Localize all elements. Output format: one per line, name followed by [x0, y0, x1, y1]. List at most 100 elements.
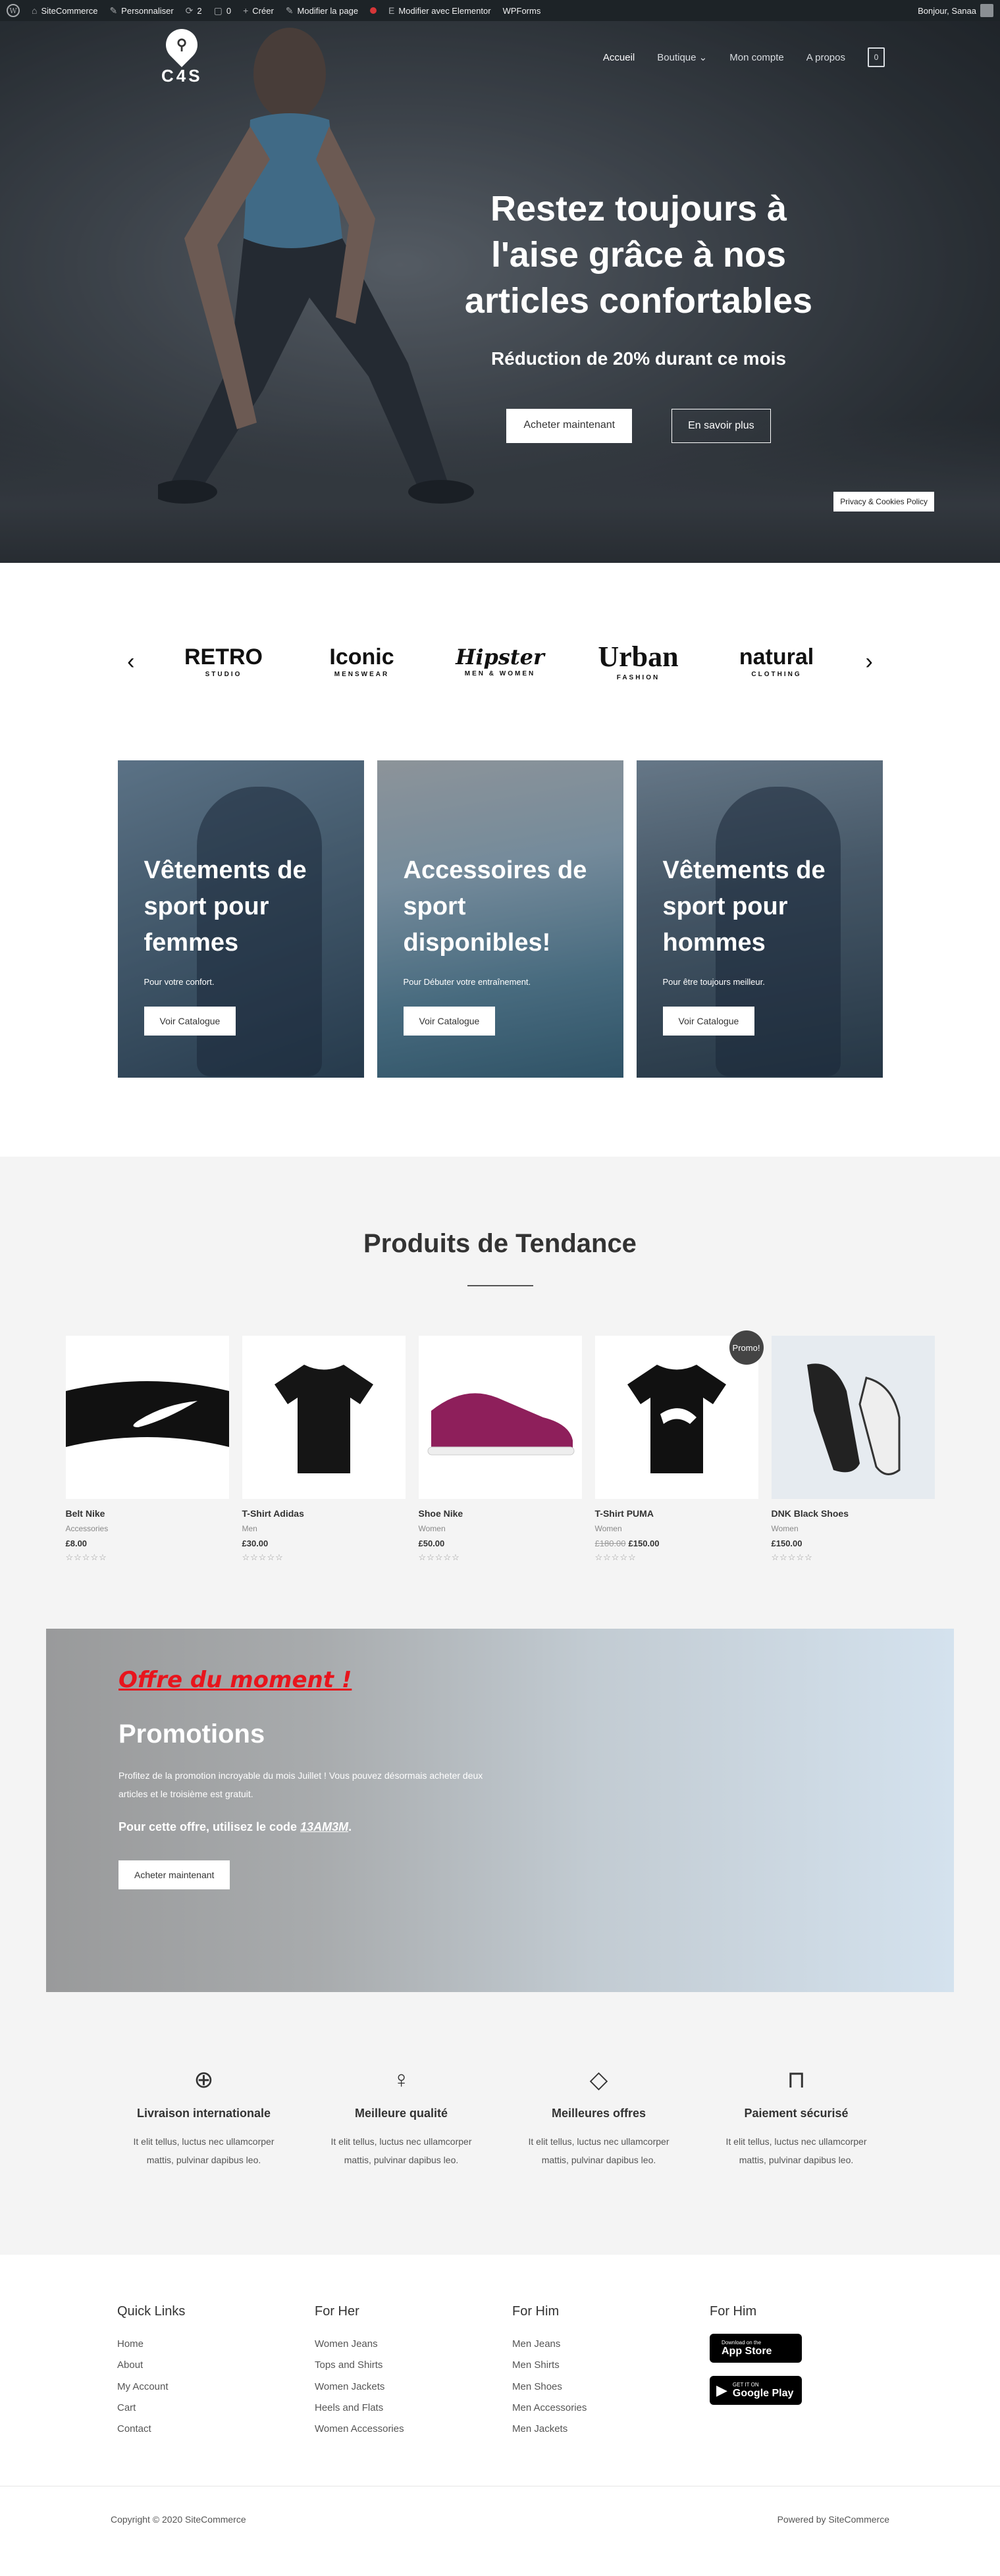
- greeting: Bonjour, Sanaa: [918, 5, 976, 16]
- promo-section: Offre du moment ! Promotions Profitez de…: [0, 1629, 1000, 1992]
- nav-item-boutique[interactable]: Boutique ⌄: [657, 51, 707, 63]
- product-image[interactable]: [771, 1336, 935, 1499]
- site-logo[interactable]: ⚲ C4S: [159, 22, 205, 86]
- copyright-text: Copyright © 2020 SiteCommerce: [111, 2514, 246, 2525]
- footer-column-for-him: For Him Men Jeans Men Shirts Men Shoes M…: [512, 2304, 710, 2440]
- lock-icon: ⊓: [787, 2066, 806, 2093]
- view-catalogue-button[interactable]: Voir Catalogue: [403, 1007, 496, 1036]
- elementor-link[interactable]: E Modifier avec Elementor: [388, 5, 491, 16]
- view-catalogue-button[interactable]: Voir Catalogue: [144, 1007, 236, 1036]
- footer-link[interactable]: Tops and Shirts: [315, 2355, 512, 2376]
- wpforms-link[interactable]: WPForms: [503, 6, 541, 16]
- footer-link[interactable]: Home: [117, 2334, 315, 2355]
- footer-link[interactable]: About: [117, 2355, 315, 2376]
- elementor-icon: E: [388, 5, 395, 16]
- category-text: Vêtements de sport pour hommes Pour être…: [662, 853, 870, 1036]
- feature-title: Livraison internationale: [136, 2107, 271, 2120]
- footer-link[interactable]: Women Jackets: [315, 2377, 512, 2398]
- play-icon: ▶: [716, 2382, 727, 2398]
- edit-page-link[interactable]: ✎ Modifier la page: [286, 5, 358, 16]
- powered-by-text: Powered by SiteCommerce: [777, 2514, 889, 2525]
- app-store-text: Download on the App Store: [722, 2340, 772, 2357]
- footer-link[interactable]: Women Accessories: [315, 2419, 512, 2440]
- footer-link[interactable]: Men Jeans: [512, 2334, 710, 2355]
- product-card[interactable]: DNK Black Shoes Women £150.00 ☆☆☆☆☆: [771, 1336, 935, 1563]
- footer-link[interactable]: Men Shoes: [512, 2377, 710, 2398]
- product-image[interactable]: [594, 1336, 758, 1499]
- hero-buttons: Acheter maintenant En savoir plus: [461, 408, 816, 443]
- nav-item-mon-compte[interactable]: Mon compte: [729, 52, 784, 63]
- product-price: £150.00: [772, 1538, 935, 1548]
- brand-main: Urban: [598, 640, 679, 673]
- product-image[interactable]: [65, 1336, 229, 1499]
- product-card[interactable]: Shoe Nike Women £50.00 ☆☆☆☆☆: [418, 1336, 582, 1563]
- customize-link[interactable]: ✎ Personnaliser: [109, 5, 173, 16]
- category-text: Vêtements de sport pour femmes Pour votr…: [144, 853, 351, 1036]
- account-menu[interactable]: Bonjour, Sanaa: [918, 4, 993, 17]
- nav-item-accueil[interactable]: Accueil: [603, 52, 635, 63]
- copyright-bar: Copyright © 2020 SiteCommerce Powered by…: [0, 2486, 1000, 2552]
- brand-logo: Hipster MEN & WOMEN: [451, 646, 550, 677]
- brush-icon: ✎: [109, 5, 118, 16]
- feature-item: ⊓ Paiement sécurisé It elit tellus, luct…: [724, 2064, 869, 2169]
- carousel-next-icon[interactable]: ›: [866, 649, 873, 675]
- product-name[interactable]: T-Shirt Adidas: [242, 1508, 406, 1519]
- category-title: Accessoires de sport disponibles!: [403, 856, 587, 957]
- app-store-button[interactable]: Download on the App Store: [710, 2334, 802, 2363]
- current-price: £8.00: [65, 1538, 88, 1548]
- feature-text: It elit tellus, luctus nec ullamcorper m…: [725, 2136, 867, 2165]
- promo-buy-button[interactable]: Acheter maintenant: [118, 1860, 230, 1889]
- feature-text: It elit tellus, luctus nec ullamcorper m…: [133, 2136, 275, 2165]
- tshirt-image: [274, 1365, 373, 1473]
- hero-subtitle: Réduction de 20% durant ce mois: [490, 348, 787, 369]
- footer-link[interactable]: Women Jeans: [315, 2334, 512, 2355]
- nav-item-a-propos[interactable]: A propos: [806, 52, 845, 63]
- product-card[interactable]: T-Shirt Adidas Men £30.00 ☆☆☆☆☆: [242, 1336, 406, 1563]
- globe-icon: ⊕: [194, 2066, 214, 2093]
- site-name-link[interactable]: ⌂ SiteCommerce: [32, 5, 97, 16]
- footer-link[interactable]: Contact: [117, 2419, 315, 2440]
- footer-link[interactable]: My Account: [117, 2377, 315, 2398]
- footer-link[interactable]: Men Accessories: [512, 2398, 710, 2419]
- seo-status[interactable]: [370, 7, 377, 14]
- product-name[interactable]: Shoe Nike: [419, 1508, 582, 1519]
- product-category: Women: [771, 1524, 799, 1533]
- product-name[interactable]: Belt Nike: [66, 1508, 229, 1519]
- buy-now-button[interactable]: Acheter maintenant: [506, 408, 633, 443]
- brands-carousel: ‹ RETRO STUDIO Iconic MENSWEAR Hipster MEN …: [0, 563, 1000, 760]
- promo-badge: Promo!: [729, 1330, 764, 1365]
- carousel-prev-icon[interactable]: ‹: [127, 649, 134, 675]
- site-header: ⚲ C4S Accueil Boutique ⌄ Mon compte A pr…: [0, 21, 1000, 93]
- view-catalogue-button[interactable]: Voir Catalogue: [662, 1007, 755, 1036]
- admin-bar-left: W ⌂ SiteCommerce ✎ Personnaliser ⟳ 2 ▢ 0 + Cr…: [7, 4, 540, 17]
- feature-text: It elit tellus, luctus nec ullamcorper m…: [528, 2136, 670, 2165]
- new-content-link[interactable]: + Créer: [243, 5, 274, 16]
- product-card[interactable]: Belt Nike Accessories £8.00 ☆☆☆☆☆: [65, 1336, 229, 1563]
- product-image[interactable]: [418, 1336, 582, 1499]
- comments-link[interactable]: ▢ 0: [214, 5, 231, 16]
- current-price: £150.00: [771, 1538, 803, 1548]
- privacy-policy-button[interactable]: Privacy & Cookies Policy: [833, 492, 934, 512]
- product-image[interactable]: [242, 1336, 406, 1499]
- learn-more-button[interactable]: En savoir plus: [671, 408, 771, 443]
- trending-title: Produits de Tendance: [363, 1229, 637, 1258]
- brand-sub: STUDIO: [205, 670, 242, 678]
- brand-main: Hipster: [456, 644, 544, 670]
- wordpress-menu[interactable]: W: [7, 4, 20, 17]
- footer-link[interactable]: Heels and Flats: [315, 2398, 512, 2419]
- updates-link[interactable]: ⟳ 2: [186, 5, 202, 16]
- product-name[interactable]: T-Shirt PUMA: [595, 1508, 758, 1519]
- product-card[interactable]: Promo! T-Shirt PUMA Women £180.00 £150.00…: [594, 1330, 764, 1563]
- footer-link[interactable]: Men Shirts: [512, 2355, 710, 2376]
- promo-title: Promotions: [118, 1720, 265, 1748]
- footer-link[interactable]: Cart: [117, 2398, 315, 2419]
- code-suffix: .: [348, 1820, 352, 1833]
- current-price: £30.00: [242, 1538, 269, 1548]
- footer-link[interactable]: Men Jackets: [512, 2419, 710, 2440]
- google-play-button[interactable]: ▶ GET IT ON Google Play: [710, 2376, 802, 2405]
- cart-icon[interactable]: 0: [868, 47, 885, 67]
- store-small-text: Download on the: [722, 2339, 762, 2346]
- footer-column-apps: For Him Download on the App Store ▶ GET I…: [710, 2304, 907, 2440]
- product-name[interactable]: DNK Black Shoes: [772, 1508, 935, 1519]
- footer-column-title: For Him: [710, 2304, 757, 2319]
